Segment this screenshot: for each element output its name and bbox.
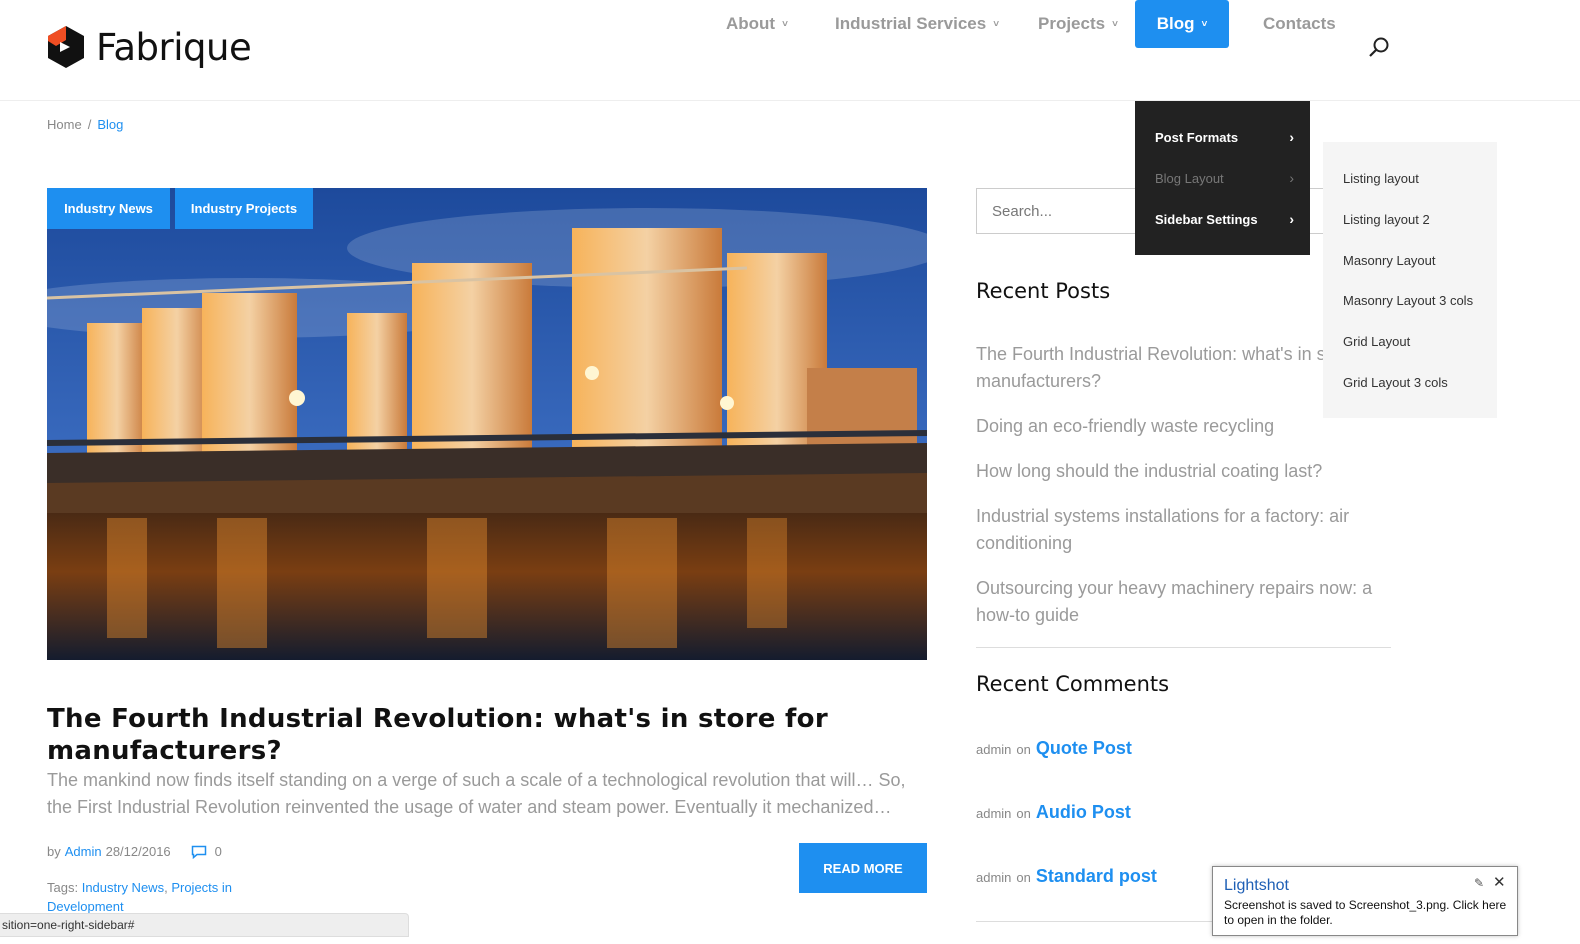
recent-comment: admin on Audio Post [976, 802, 1131, 823]
comment-on: on [1016, 806, 1031, 821]
nav-blog[interactable]: Blog ˅ [1135, 0, 1229, 48]
breadcrumb-home[interactable]: Home [47, 117, 82, 132]
industrial-tanks-illustration [47, 188, 927, 660]
submenu-item-grid-layout-3-cols[interactable]: Grid Layout 3 cols [1343, 375, 1448, 390]
chevron-down-icon: ˅ [782, 18, 788, 30]
comment-author: admin [976, 870, 1012, 885]
comment-on: on [1016, 870, 1031, 885]
recent-comment: admin on Quote Post [976, 738, 1132, 759]
submenu-item-grid-layout[interactable]: Grid Layout [1343, 334, 1410, 349]
nav-about-label: About [726, 14, 776, 33]
blog-dropdown-menu: Post Formats › Blog Layout › Sidebar Set… [1135, 101, 1310, 255]
meta-by: by [47, 844, 61, 859]
post-author[interactable]: Admin [65, 844, 102, 859]
category-badge-industry-projects[interactable]: Industry Projects [175, 188, 313, 229]
toast-message[interactable]: Screenshot is saved to Screenshot_3.png.… [1224, 898, 1512, 928]
breadcrumb: Home / Blog [47, 117, 123, 132]
tag-link-industry-news[interactable]: Industry News [82, 880, 164, 895]
post-meta: by Admin 28/12/2016 0 [47, 844, 222, 859]
menu-item-blog-layout[interactable]: Blog Layout › [1155, 168, 1294, 188]
comment-post-link[interactable]: Quote Post [1036, 738, 1132, 759]
search-icon[interactable] [1367, 35, 1391, 59]
tag-separator: , [164, 880, 168, 895]
chevron-right-icon: › [1289, 211, 1294, 227]
recent-post-link[interactable]: Industrial systems installations for a f… [976, 503, 1391, 557]
close-icon[interactable]: ✕ [1493, 873, 1506, 891]
recent-post-link[interactable]: How long should the industrial coating l… [976, 458, 1391, 485]
category-badge-industry-news[interactable]: Industry News [47, 188, 170, 229]
submenu-item-masonry-layout-3-cols[interactable]: Masonry Layout 3 cols [1343, 293, 1473, 308]
recent-comments-title: Recent Comments [976, 672, 1170, 696]
post-tags: Tags: Industry News, Projects in Develop… [47, 878, 287, 916]
tags-label: Tags: [47, 880, 79, 895]
nav-blog-label: Blog [1156, 14, 1195, 33]
comment-post-link[interactable]: Audio Post [1036, 802, 1131, 823]
comment-post-link[interactable]: Standard post [1036, 866, 1157, 887]
nav-projects-label: Projects [1038, 14, 1106, 33]
browser-status-bar: sition=one-right-sidebar# [0, 913, 409, 937]
sidebar-divider [976, 647, 1391, 648]
blog-layout-submenu: Listing layout Listing layout 2 Masonry … [1323, 142, 1497, 418]
comment-count[interactable]: 0 [215, 844, 222, 859]
menu-item-label: Sidebar Settings [1155, 211, 1258, 227]
menu-item-label: Blog Layout [1155, 170, 1224, 186]
menu-item-post-formats[interactable]: Post Formats › [1155, 127, 1294, 147]
toast-title: Lightshot [1224, 877, 1289, 894]
submenu-item-listing-layout-2[interactable]: Listing layout 2 [1343, 212, 1430, 227]
submenu-item-listing-layout[interactable]: Listing layout [1343, 171, 1419, 186]
post-excerpt: The mankind now finds itself standing on… [47, 770, 906, 817]
recent-posts-title: Recent Posts [976, 279, 1111, 303]
pin-icon[interactable]: ✎ [1474, 876, 1484, 890]
comment-author: admin [976, 742, 1012, 757]
post-title[interactable]: The Fourth Industrial Revolution: what's… [47, 703, 907, 767]
chevron-down-icon: ˅ [1201, 18, 1208, 30]
breadcrumb-separator: / [87, 117, 92, 132]
menu-item-sidebar-settings[interactable]: Sidebar Settings › [1155, 209, 1294, 229]
chevron-down-icon: ˅ [993, 18, 1000, 30]
site-header: Fabrique About ˅ Industrial Services ˅ P… [0, 0, 1580, 101]
nav-industrial-services-label: Industrial Services [835, 14, 987, 33]
breadcrumb-current[interactable]: Blog [97, 117, 123, 132]
post-featured-image[interactable] [47, 188, 927, 660]
comment-author: admin [976, 806, 1012, 821]
chevron-down-icon: ˅ [1112, 18, 1118, 30]
logo-icon [48, 26, 84, 68]
chevron-right-icon: › [1289, 170, 1294, 186]
submenu-item-masonry-layout[interactable]: Masonry Layout [1343, 253, 1436, 268]
nav-contacts-label: Contacts [1263, 14, 1336, 33]
recent-post-link[interactable]: Outsourcing your heavy machinery repairs… [976, 575, 1391, 629]
chevron-right-icon: › [1289, 129, 1294, 145]
nav-contacts[interactable]: Contacts [1263, 0, 1336, 48]
nav-about[interactable]: About ˅ [726, 0, 788, 48]
recent-comment: admin on Standard post [976, 866, 1157, 887]
menu-item-label: Post Formats [1155, 129, 1239, 145]
post-date: 28/12/2016 [105, 844, 171, 859]
read-more-button[interactable]: READ MORE [799, 843, 927, 893]
nav-projects[interactable]: Projects ˅ [1038, 0, 1118, 48]
lightshot-notification[interactable]: Lightshot ✎ ✕ Screenshot is saved to Scr… [1212, 866, 1518, 936]
logo-text: Fabrique [96, 25, 252, 69]
nav-industrial-services[interactable]: Industrial Services ˅ [835, 0, 999, 48]
comment-bubble-icon[interactable] [191, 845, 207, 859]
comment-on: on [1016, 742, 1031, 757]
site-logo[interactable]: Fabrique [46, 24, 252, 70]
